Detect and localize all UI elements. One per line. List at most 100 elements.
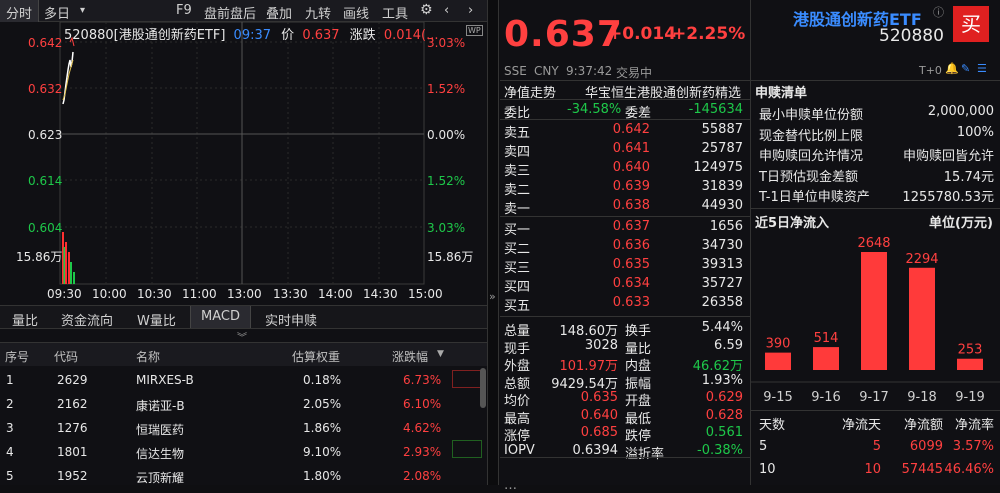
chart-info-bar: 520880[港股通创新药ETF] 09:37 价 0.637 涨跌 0.014… bbox=[64, 24, 439, 43]
bid-price[interactable]: 0.633 bbox=[590, 295, 650, 310]
col-header-weight[interactable]: 估算权重 bbox=[292, 348, 340, 365]
row-weight: 0.18% bbox=[303, 373, 342, 387]
chart-price-label: 价 bbox=[281, 28, 295, 43]
settings-icon[interactable]: ⚙ bbox=[420, 2, 433, 18]
ask-label: 卖一 bbox=[504, 202, 531, 217]
tab-volume-ratio[interactable]: 量比 bbox=[12, 310, 38, 329]
stats-overflow: … bbox=[504, 478, 517, 493]
x-tick: 13:30 bbox=[273, 287, 308, 301]
panel-splitter[interactable]: » bbox=[487, 0, 499, 485]
y-axis-label-bottom: 0.604 bbox=[28, 221, 63, 235]
stat-label: 跌停 bbox=[625, 429, 652, 444]
sort-desc-icon[interactable]: ▼ bbox=[437, 349, 444, 359]
ask-volume: 55887 bbox=[701, 122, 743, 137]
inflow-unit: 单位(万元) bbox=[929, 216, 993, 231]
list-icon[interactable]: ☰ bbox=[977, 62, 987, 75]
stat-value: 1.93% bbox=[701, 372, 743, 388]
subscription-value: 1255780.53元 bbox=[902, 190, 994, 205]
ask-price[interactable]: 0.640 bbox=[590, 160, 650, 175]
f9-button[interactable]: F9 bbox=[176, 3, 192, 18]
row-change: 2.08% bbox=[403, 469, 442, 483]
table-row[interactable]: 4 1801 信达生物 9.10% 2.93% bbox=[0, 440, 487, 464]
last-price: 0.637 bbox=[504, 14, 623, 55]
table-row[interactable]: 5 1952 云顶新耀 1.80% 2.08% bbox=[0, 464, 487, 488]
inflow-bar[interactable] bbox=[813, 347, 839, 370]
nine-turn-button[interactable]: 九转 bbox=[305, 3, 331, 22]
draw-line-button[interactable]: 画线 bbox=[343, 3, 369, 22]
pct-axis-label-2: 1.52% bbox=[427, 82, 466, 96]
buy-button[interactable]: 买 bbox=[953, 6, 989, 42]
bid-price[interactable]: 0.636 bbox=[590, 238, 650, 253]
bid-price[interactable]: 0.637 bbox=[590, 219, 650, 234]
tab-fund-flow[interactable]: 资金流向 bbox=[61, 310, 113, 329]
inflow-bar[interactable] bbox=[909, 267, 935, 370]
alert-icon[interactable]: 🔔 bbox=[945, 62, 959, 75]
inflow-bar[interactable] bbox=[957, 358, 983, 370]
ask-price[interactable]: 0.639 bbox=[590, 179, 650, 194]
stat-label: IOPV bbox=[504, 442, 535, 458]
table-scrollbar[interactable] bbox=[480, 368, 486, 408]
back-icon[interactable]: ‹ bbox=[444, 3, 449, 18]
inflow-cell: 5 bbox=[872, 439, 881, 454]
tools-button[interactable]: 工具 bbox=[382, 3, 408, 22]
stat-value: 0.629 bbox=[705, 390, 743, 405]
y-axis-label-mid: 0.623 bbox=[28, 128, 63, 142]
inflow-bar[interactable] bbox=[861, 252, 887, 370]
chart-code-title: 520880[港股通创新药ETF] bbox=[64, 28, 226, 43]
forward-icon[interactable]: › bbox=[468, 3, 473, 18]
subscription-label: T-1日单位申赎资产 bbox=[759, 190, 870, 205]
quote-panel: 0.637 +0.014 +2.25% SSE CNY 9:37:42 交易中 … bbox=[500, 0, 750, 493]
ask-volume: 25787 bbox=[701, 141, 743, 156]
table-row[interactable]: 3 1276 恒瑞医药 1.86% 4.62% bbox=[0, 416, 487, 440]
subscription-value: 15.74元 bbox=[943, 169, 994, 185]
ask-label: 卖五 bbox=[504, 126, 531, 141]
inflow-bar[interactable] bbox=[765, 352, 791, 370]
tab-w-volume-ratio[interactable]: W量比 bbox=[137, 310, 176, 329]
inflow-bar-label: 253 bbox=[958, 343, 983, 358]
bid-price[interactable]: 0.634 bbox=[590, 276, 650, 291]
ask-price[interactable]: 0.641 bbox=[590, 141, 650, 156]
ask-price[interactable]: 0.638 bbox=[590, 198, 650, 213]
stat-value: 0.635 bbox=[580, 390, 618, 405]
edit-icon[interactable]: ✎ bbox=[961, 62, 970, 75]
table-row[interactable]: 1 2629 MIRXES-B 0.18% 6.73% bbox=[0, 368, 487, 392]
inflow-bar-chart: 390 9-15 514 9-16 2648 9-17 2294 9-18 253 9-19 bbox=[751, 236, 1000, 405]
col-header-index[interactable]: 序号 bbox=[5, 348, 29, 365]
row-name: 信达生物 bbox=[136, 447, 185, 461]
wp-icon[interactable]: WP bbox=[466, 25, 483, 36]
tab-macd[interactable]: MACD bbox=[190, 306, 251, 328]
col-header-name[interactable]: 名称 bbox=[136, 348, 160, 365]
info-icon[interactable]: ⓘ bbox=[933, 4, 944, 20]
multi-day-dropdown-icon[interactable]: ▾ bbox=[80, 5, 85, 16]
ask-label: 卖二 bbox=[504, 183, 531, 198]
tab-multi-day[interactable]: 多日 bbox=[44, 3, 70, 22]
col-header-code[interactable]: 代码 bbox=[54, 348, 78, 365]
pct-axis-label-bottom: 3.03% bbox=[427, 221, 466, 235]
inflow-col-header: 净流率 bbox=[954, 418, 994, 433]
col-header-change[interactable]: 涨跌幅 bbox=[392, 348, 428, 365]
row-name: 云顶新耀 bbox=[136, 471, 185, 485]
chart-change-label: 涨跌 bbox=[349, 28, 376, 43]
ask-price[interactable]: 0.642 bbox=[590, 122, 650, 137]
subscription-label: T日预估现金差额 bbox=[759, 169, 858, 185]
pct-axis-label-mid: 0.00% bbox=[427, 128, 466, 142]
inflow-cell: 57445 bbox=[901, 462, 943, 477]
stat-label: 外盘 bbox=[504, 359, 531, 374]
stat-label: 总量 bbox=[504, 324, 531, 339]
pre-post-market-button[interactable]: 盘前盘后 bbox=[204, 3, 256, 22]
bid-price[interactable]: 0.635 bbox=[590, 257, 650, 272]
overlay-button[interactable]: 叠加 bbox=[266, 3, 292, 22]
collapse-arrows-icon[interactable]: » bbox=[489, 290, 496, 303]
inflow-category-label: 9-19 bbox=[955, 390, 985, 405]
x-tick: 14:30 bbox=[363, 287, 398, 301]
x-axis: 09:30 10:00 10:30 11:00 13:00 13:30 14:0… bbox=[0, 284, 487, 304]
table-row[interactable]: 2 2162 康诺亚-B 2.05% 6.10% bbox=[0, 392, 487, 416]
row-name: 恒瑞医药 bbox=[136, 423, 185, 437]
stat-value: 46.62万 bbox=[692, 359, 743, 374]
tab-realtime-subscription[interactable]: 实时申赎 bbox=[265, 310, 317, 329]
intraday-chart[interactable]: 0.642 0.632 0.623 0.614 0.604 15.86万 3.0… bbox=[0, 21, 487, 304]
row-weight: 9.10% bbox=[303, 445, 342, 459]
tab-intraday[interactable]: 分时 bbox=[0, 0, 40, 22]
y-axis-label-4: 0.614 bbox=[28, 174, 63, 188]
stat-value: -0.38% bbox=[697, 442, 743, 458]
